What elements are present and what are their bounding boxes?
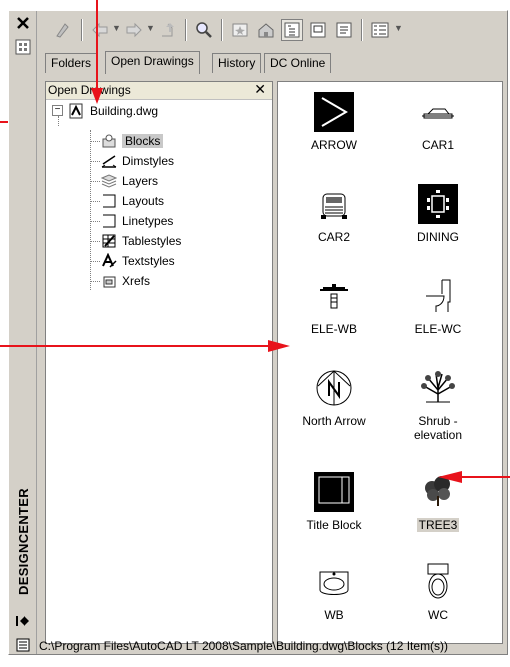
annotation-arrows <box>0 0 510 483</box>
tab-open-drawings[interactable]: Open Drawings <box>105 51 200 74</box>
